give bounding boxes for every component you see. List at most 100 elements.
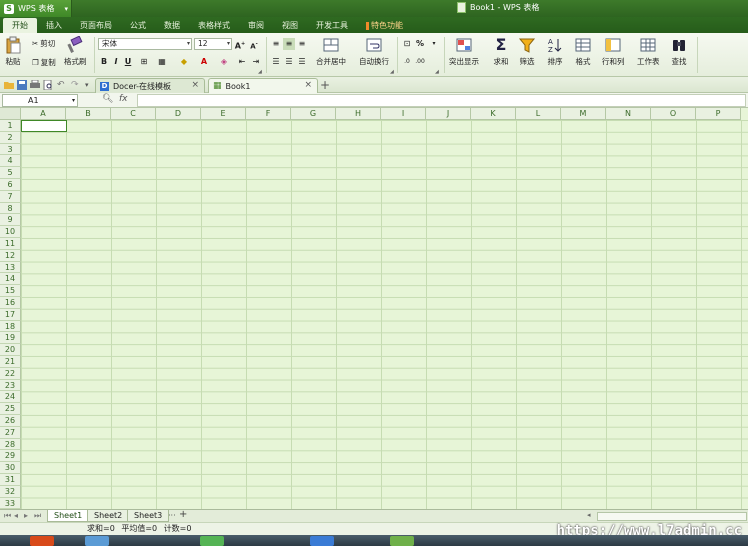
decrease-font-icon[interactable]: A-: [248, 38, 260, 50]
fill-color-icon[interactable]: ◆: [178, 56, 190, 68]
column-header[interactable]: O: [651, 108, 696, 120]
decrease-decimal-icon[interactable]: .00: [414, 56, 426, 68]
column-header[interactable]: G: [291, 108, 336, 120]
column-header[interactable]: M: [561, 108, 606, 120]
sheet-tab-1[interactable]: Sheet1: [47, 510, 90, 522]
cell-area[interactable]: [21, 120, 748, 509]
close-icon[interactable]: ×: [191, 80, 199, 90]
row-header[interactable]: 16: [0, 297, 21, 309]
row-header[interactable]: 2: [0, 131, 21, 144]
fx-icon[interactable]: fx: [119, 94, 128, 104]
row-header[interactable]: 10: [0, 226, 21, 238]
row-header[interactable]: 15: [0, 285, 21, 297]
row-header[interactable]: 25: [0, 403, 21, 415]
row-header[interactable]: 22: [0, 367, 21, 380]
row-header[interactable]: 19: [0, 332, 21, 345]
merge-center-button[interactable]: 合并居中: [316, 36, 346, 67]
column-header[interactable]: I: [381, 108, 426, 120]
document-tab-1[interactable]: ▦ Book1 ×: [208, 78, 318, 93]
name-box[interactable]: A1 ▾: [2, 94, 78, 107]
chevron-down-icon[interactable]: ▾: [428, 38, 440, 50]
active-cell-a1[interactable]: [21, 120, 67, 132]
conditional-format-button[interactable]: 突出显示: [449, 36, 479, 67]
ribbon-tab-3[interactable]: 公式: [121, 18, 155, 33]
sheet-tab-3[interactable]: Sheet3: [127, 510, 170, 522]
column-header[interactable]: D: [156, 108, 201, 120]
wps-app-menu-button[interactable]: S WPS 表格 ▾: [0, 0, 72, 17]
row-header[interactable]: 32: [0, 485, 21, 498]
ribbon-tab-4[interactable]: 数据: [155, 18, 189, 33]
ribbon-tab-0[interactable]: 开始: [3, 18, 37, 33]
column-header[interactable]: J: [426, 108, 471, 120]
row-header[interactable]: 18: [0, 320, 21, 333]
sum-button[interactable]: Σ 求和: [492, 36, 510, 67]
row-header[interactable]: 30: [0, 462, 21, 474]
percent-button[interactable]: %: [414, 38, 426, 50]
last-sheet-icon[interactable]: ⏭: [34, 511, 41, 521]
column-header[interactable]: N: [606, 108, 651, 120]
paste-button[interactable]: 粘贴: [4, 36, 22, 67]
column-header[interactable]: H: [336, 108, 381, 120]
ribbon-tab-5[interactable]: 表格样式: [189, 18, 239, 33]
ribbon-tab-2[interactable]: 页面布局: [71, 18, 121, 33]
number-format-icon[interactable]: ⊡: [401, 38, 413, 50]
column-header[interactable]: K: [471, 108, 516, 120]
bold-button[interactable]: B: [98, 56, 110, 68]
row-header[interactable]: 31: [0, 474, 21, 486]
taskbar-app-icon[interactable]: [85, 536, 109, 546]
format-painter-button[interactable]: 格式刷: [64, 36, 87, 67]
document-tab-0[interactable]: D Docer-在线模板 ×: [95, 78, 205, 93]
align-right-icon[interactable]: ☰: [296, 56, 308, 68]
select-all-corner[interactable]: [0, 108, 21, 120]
save-icon[interactable]: [17, 80, 27, 90]
taskbar-app-icon[interactable]: [200, 536, 224, 546]
taskbar-app-icon[interactable]: [390, 536, 414, 546]
number-dialog-launcher-icon[interactable]: ◢: [435, 69, 439, 75]
ribbon-tab-6[interactable]: 审阅: [239, 18, 273, 33]
close-icon[interactable]: ×: [304, 80, 312, 90]
undo-icon[interactable]: ↶: [57, 80, 67, 90]
ribbon-tab-9[interactable]: 特色功能: [357, 18, 412, 33]
copy-button[interactable]: ❐ 复制: [32, 57, 56, 68]
row-header[interactable]: 29: [0, 450, 21, 463]
italic-button[interactable]: I: [110, 56, 122, 68]
row-header[interactable]: 33: [0, 497, 21, 509]
row-header[interactable]: 5: [0, 167, 21, 179]
align-middle-icon[interactable]: ≡: [283, 38, 295, 50]
column-header[interactable]: F: [246, 108, 291, 120]
next-sheet-icon[interactable]: ▸: [24, 511, 28, 520]
row-header[interactable]: 3: [0, 143, 21, 156]
row-header[interactable]: 7: [0, 190, 21, 203]
align-center-icon[interactable]: ☰: [283, 56, 295, 68]
print-preview-icon[interactable]: [43, 80, 53, 90]
redo-icon[interactable]: ↷: [71, 80, 81, 90]
worksheet-button[interactable]: 工作表: [637, 36, 660, 67]
align-top-icon[interactable]: ≡: [270, 38, 282, 50]
row-header[interactable]: 24: [0, 391, 21, 404]
previous-sheet-icon[interactable]: ◂: [14, 511, 18, 520]
row-header[interactable]: 13: [0, 261, 21, 274]
row-header[interactable]: 8: [0, 202, 21, 215]
row-header[interactable]: 11: [0, 238, 21, 250]
row-header[interactable]: 27: [0, 426, 21, 439]
column-header[interactable]: A: [21, 108, 66, 120]
row-header[interactable]: 1: [0, 120, 21, 132]
align-left-icon[interactable]: ☰: [270, 56, 282, 68]
row-header[interactable]: 26: [0, 415, 21, 427]
row-header[interactable]: 4: [0, 155, 21, 168]
font-size-select[interactable]: 12 ▾: [194, 38, 232, 50]
row-header[interactable]: 17: [0, 308, 21, 321]
format-button[interactable]: 格式: [574, 36, 592, 67]
column-header[interactable]: C: [111, 108, 156, 120]
row-header[interactable]: 20: [0, 344, 21, 356]
increase-font-icon[interactable]: A+: [234, 38, 246, 51]
indent-right-icon[interactable]: ⇥: [250, 56, 262, 68]
customize-quick-access-icon[interactable]: ▾: [85, 80, 95, 90]
column-header[interactable]: E: [201, 108, 246, 120]
open-folder-icon[interactable]: [4, 80, 14, 90]
zoom-magnifier-icon[interactable]: 🔍︎: [102, 94, 113, 104]
sheet-tab-2[interactable]: Sheet2: [87, 510, 130, 522]
column-header[interactable]: L: [516, 108, 561, 120]
ribbon-tab-8[interactable]: 开发工具: [307, 18, 357, 33]
sort-button[interactable]: A Z 排序: [546, 36, 564, 67]
